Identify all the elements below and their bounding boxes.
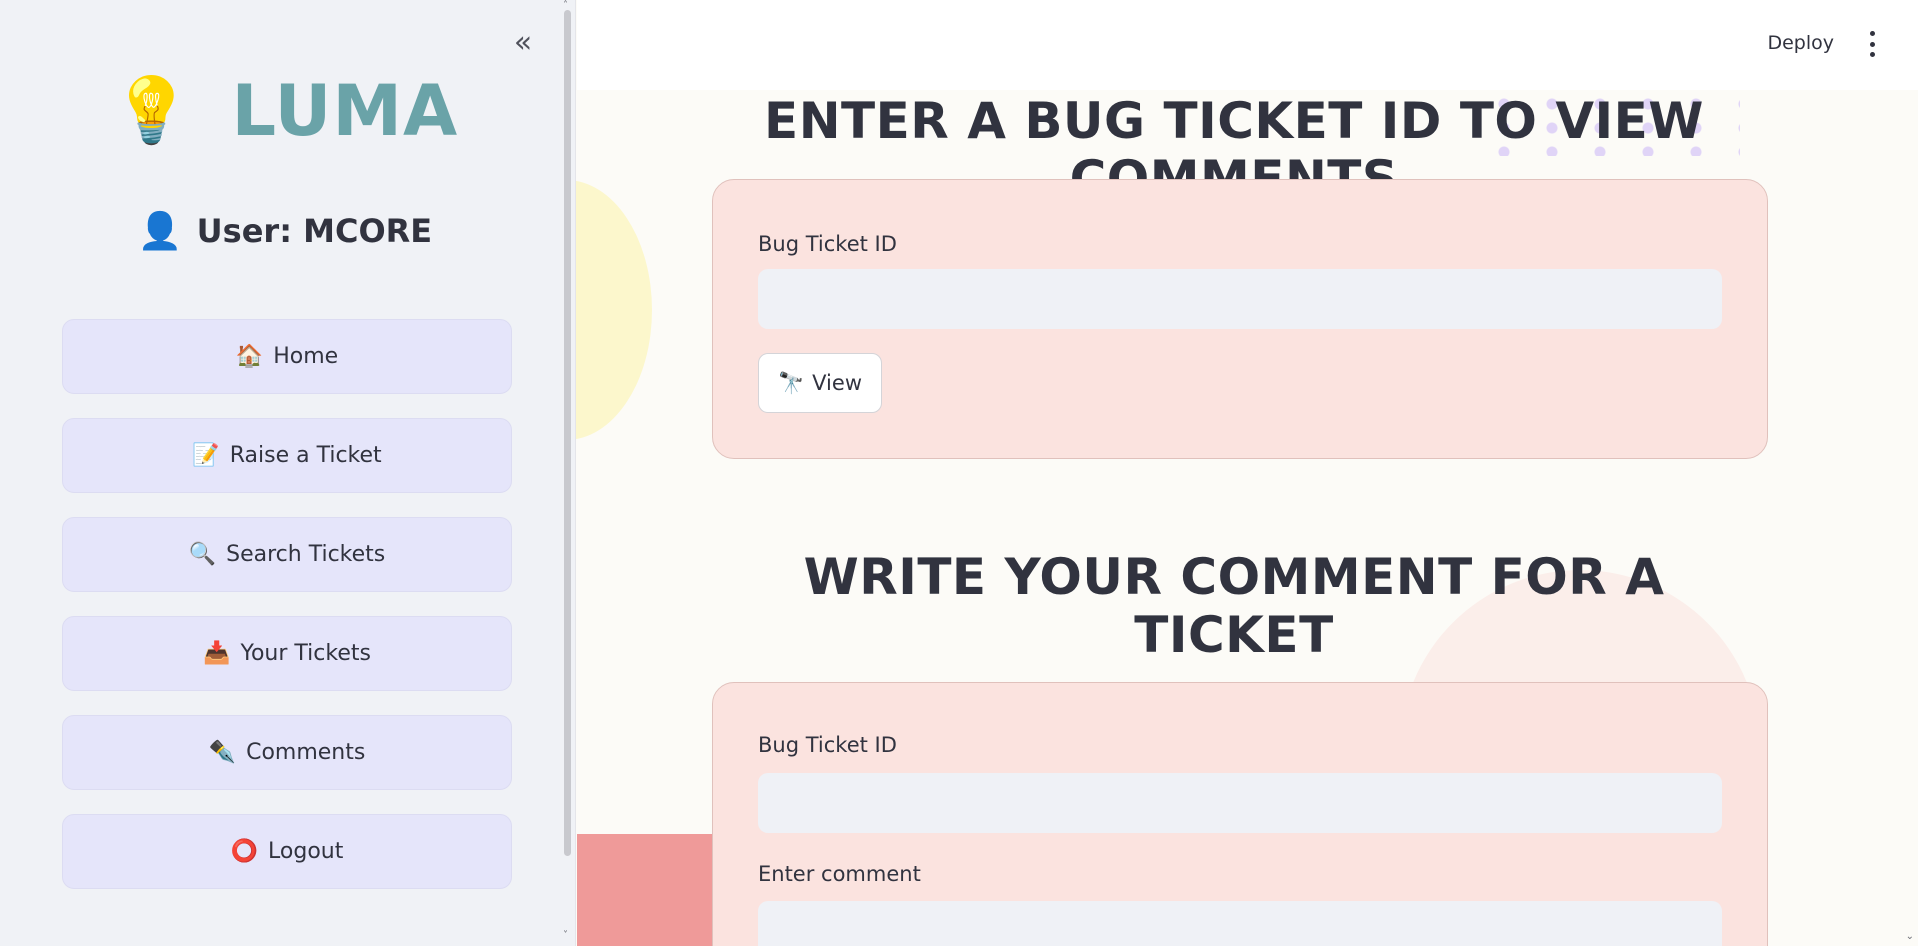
telescope-icon: 🔭 xyxy=(778,370,805,395)
nav-logout-button[interactable]: ⭕ Logout xyxy=(62,814,512,889)
view-button[interactable]: 🔭 View xyxy=(758,353,882,413)
magnifier-icon: 🔍 xyxy=(188,542,217,567)
nav-raise-ticket-button[interactable]: 📝 Raise a Ticket xyxy=(62,418,512,493)
nav-home-button[interactable]: 🏠 Home xyxy=(62,319,512,394)
comment-label: Enter comment xyxy=(758,862,921,886)
ticket-id-label: Bug Ticket ID xyxy=(758,733,897,757)
inbox-icon: 📥 xyxy=(203,641,231,666)
nav-label: Your Tickets xyxy=(240,641,371,666)
user-info: 👤 User: MCORE xyxy=(0,210,575,252)
memo-icon: 📝 xyxy=(192,443,220,468)
nav-label: Logout xyxy=(268,839,344,864)
user-silhouette-icon: 👤 xyxy=(137,211,183,252)
nav-comments-button[interactable]: ✒️ Comments xyxy=(62,715,512,790)
view-button-label: View xyxy=(812,371,862,395)
house-icon: 🏠 xyxy=(235,344,264,369)
nav-label: Comments xyxy=(246,740,366,765)
main-scroll-down-arrow[interactable]: ⌄ xyxy=(1906,931,1914,942)
user-label: User: MCORE xyxy=(196,212,433,250)
lightbulb-icon: 💡 xyxy=(111,74,192,148)
nav-search-tickets-button[interactable]: 🔍 Search Tickets xyxy=(62,517,512,592)
top-header: Deploy xyxy=(577,0,1918,90)
app-logo: 💡 LUMA xyxy=(0,70,575,152)
sidebar-nav: 🏠 Home 📝 Raise a Ticket 🔍 Search Tickets… xyxy=(62,319,512,913)
write-comment-title: WRITE YOUR COMMENT FOR A TICKET xyxy=(803,548,1665,664)
comment-input[interactable] xyxy=(758,901,1722,946)
comment-ticket-id-input[interactable] xyxy=(758,773,1722,833)
ticket-id-label: Bug Ticket ID xyxy=(758,232,897,256)
view-comments-form: Bug Ticket ID 🔭 View xyxy=(712,179,1768,459)
sidebar-scrollbar[interactable] xyxy=(564,10,571,856)
view-ticket-id-input[interactable] xyxy=(758,269,1722,329)
nav-label: Raise a Ticket xyxy=(229,443,382,468)
app-name: LUMA xyxy=(231,70,459,152)
nav-label: Search Tickets xyxy=(226,542,386,567)
nav-your-tickets-button[interactable]: 📥 Your Tickets xyxy=(62,616,512,691)
double-chevron-left-icon[interactable]: « xyxy=(508,28,538,58)
sidebar-scroll-down-arrow[interactable]: ˅ xyxy=(563,930,568,941)
nav-label: Home xyxy=(273,344,339,369)
deploy-button[interactable]: Deploy xyxy=(1767,32,1834,54)
sidebar: « 💡 LUMA 👤 User: MCORE 🏠 Home 📝 Raise a … xyxy=(0,0,576,946)
kebab-menu-icon[interactable] xyxy=(1864,31,1880,57)
write-comment-form: Bug Ticket ID Enter comment xyxy=(712,682,1768,946)
pen-nib-icon: ✒️ xyxy=(208,740,237,765)
decorative-red-block xyxy=(577,834,717,946)
circle-icon: ⭕ xyxy=(230,839,259,864)
